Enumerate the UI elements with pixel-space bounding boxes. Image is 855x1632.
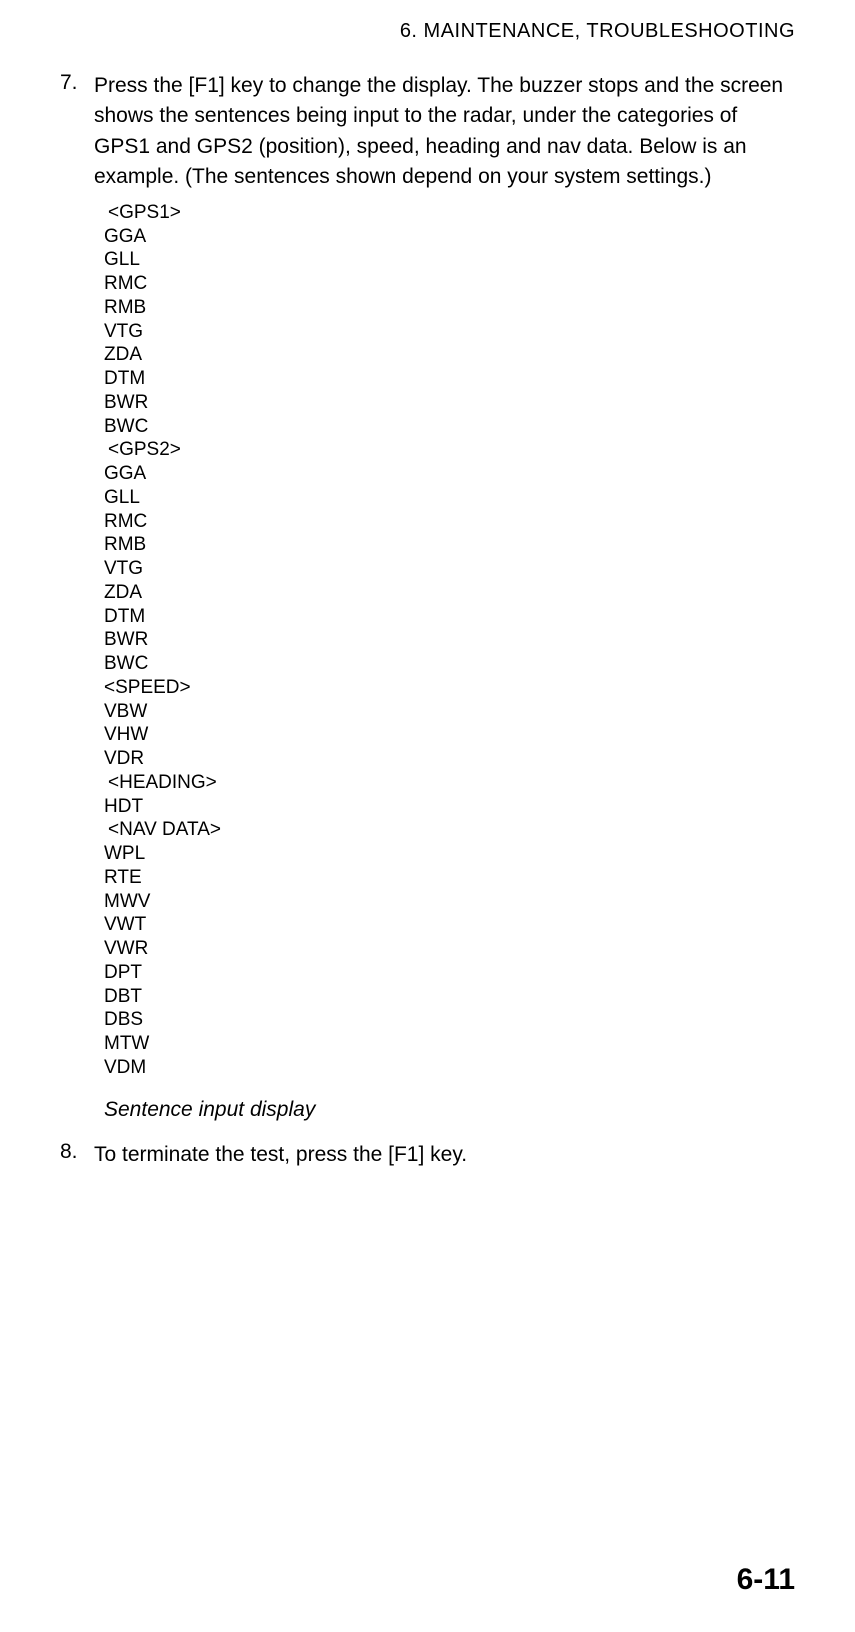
nav-header: <NAV DATA> xyxy=(104,818,795,842)
figure-caption: Sentence input display xyxy=(104,1098,795,1122)
sentence-line: GGA xyxy=(104,225,795,249)
sentence-line: GLL xyxy=(104,248,795,272)
sentence-line: VWR xyxy=(104,937,795,961)
sentence-line: GGA xyxy=(104,462,795,486)
sentence-line: VTG xyxy=(104,320,795,344)
sentence-line: RMC xyxy=(104,510,795,534)
sentence-line: DBT xyxy=(104,985,795,1009)
gps2-header: <GPS2> xyxy=(104,438,795,462)
step-7: 7. Press the [F1] key to change the disp… xyxy=(60,71,795,193)
step-text: Press the [F1] key to change the display… xyxy=(94,71,795,193)
sentence-line: ZDA xyxy=(104,581,795,605)
sentence-line: BWR xyxy=(104,628,795,652)
speed-header: <SPEED> xyxy=(104,676,795,700)
gps1-header: <GPS1> xyxy=(104,201,795,225)
sentence-line: VDM xyxy=(104,1056,795,1080)
sentence-line: HDT xyxy=(104,795,795,819)
step-text: To terminate the test, press the [F1] ke… xyxy=(94,1140,467,1170)
sentence-line: VWT xyxy=(104,913,795,937)
sentence-line: RTE xyxy=(104,866,795,890)
sentence-line: WPL xyxy=(104,842,795,866)
sentence-line: DBS xyxy=(104,1008,795,1032)
step-number: 7. xyxy=(60,71,94,193)
sentence-line: BWC xyxy=(104,415,795,439)
sentence-line: VTG xyxy=(104,557,795,581)
sentence-line: DTM xyxy=(104,605,795,629)
sentence-line: VBW xyxy=(104,700,795,724)
sentence-line: MTW xyxy=(104,1032,795,1056)
sentence-line: RMC xyxy=(104,272,795,296)
sentence-line: BWC xyxy=(104,652,795,676)
heading-header: <HEADING> xyxy=(104,771,795,795)
sentence-line: DTM xyxy=(104,367,795,391)
sentence-line: BWR xyxy=(104,391,795,415)
sentence-line: RMB xyxy=(104,533,795,557)
chapter-header: 6. MAINTENANCE, TROUBLESHOOTING xyxy=(60,20,795,43)
sentence-line: DPT xyxy=(104,961,795,985)
sentence-line: VHW xyxy=(104,723,795,747)
sentence-line: MWV xyxy=(104,890,795,914)
sentence-line: RMB xyxy=(104,296,795,320)
page-number: 6-11 xyxy=(737,1563,795,1597)
sentence-line: VDR xyxy=(104,747,795,771)
sentence-line: GLL xyxy=(104,486,795,510)
step-number: 8. xyxy=(60,1140,94,1170)
step-8: 8. To terminate the test, press the [F1]… xyxy=(60,1140,795,1170)
sentence-display-block: <GPS1> GGA GLL RMC RMB VTG ZDA DTM BWR B… xyxy=(104,201,795,1080)
sentence-line: ZDA xyxy=(104,343,795,367)
